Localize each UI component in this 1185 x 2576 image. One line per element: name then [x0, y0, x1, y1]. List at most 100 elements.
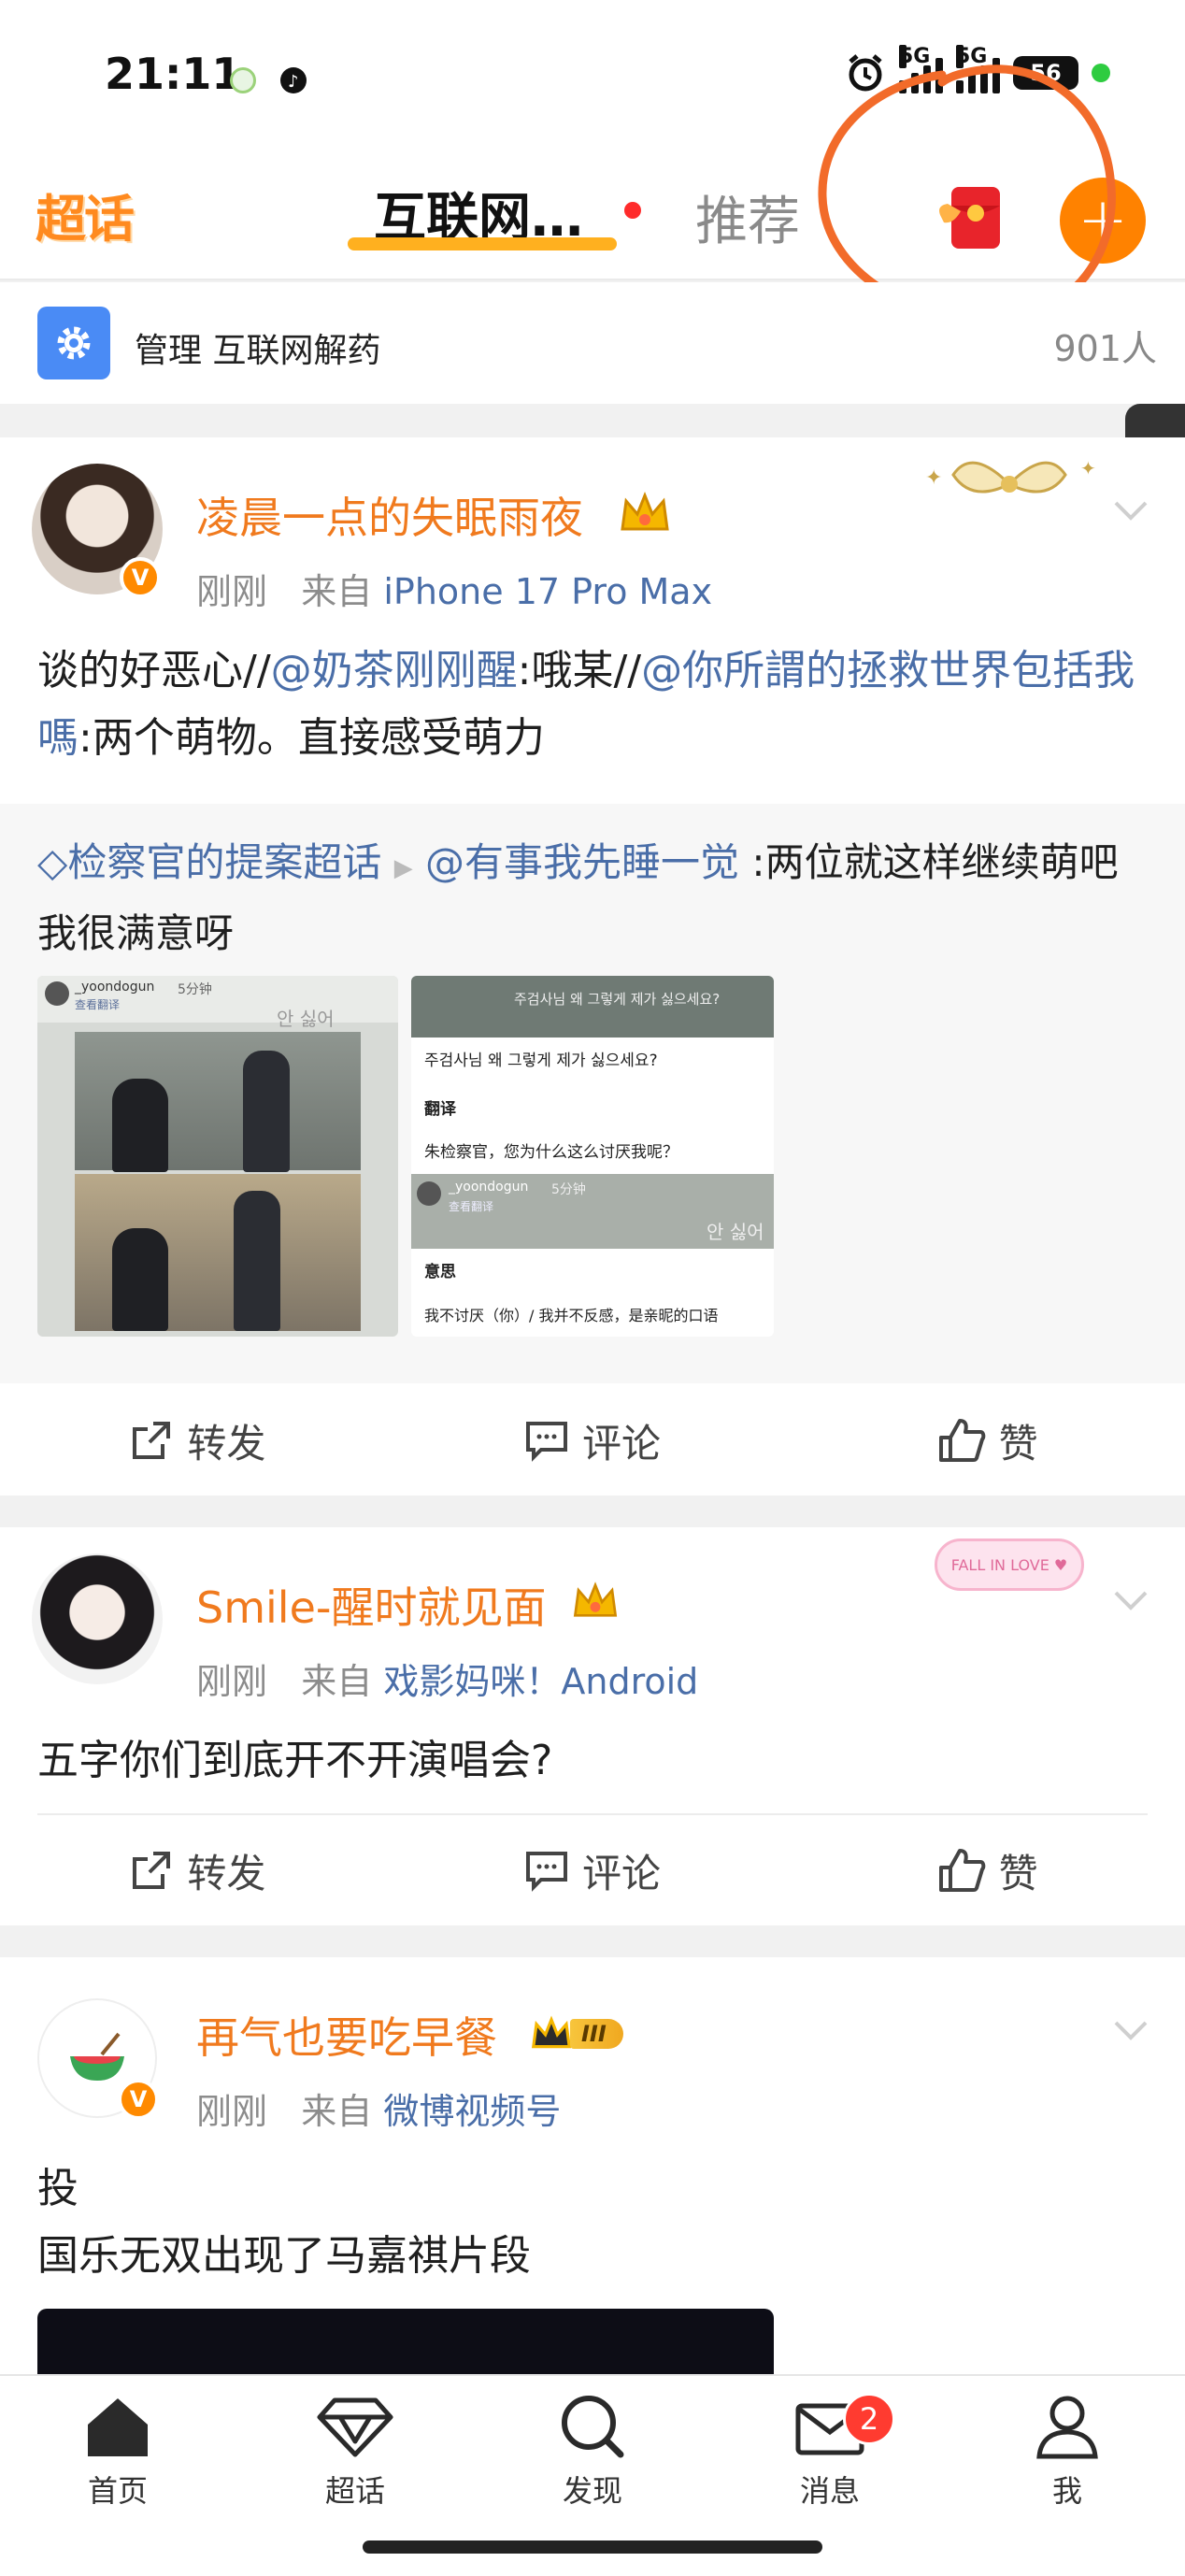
super-topic-logo[interactable]: 超话	[36, 178, 135, 251]
like-label: 赞	[998, 1850, 1038, 1896]
post-from: 来自	[301, 1661, 373, 1702]
thumbs-up-icon	[938, 1419, 985, 1462]
post-source: iPhone 17 Pro Max	[383, 571, 713, 612]
nav-discover-label: 发现	[562, 2473, 622, 2509]
svg-text:♪: ♪	[288, 72, 299, 92]
image-time: 5分钟	[551, 1182, 586, 1197]
search-icon	[562, 2396, 624, 2458]
post-username[interactable]: Smile-醒时就见面	[196, 1574, 546, 1636]
image-translate-label: 翻译	[424, 1100, 456, 1119]
post-card[interactable]: V 再气也要吃早餐 III 刚刚 来自 微博视频号 投 国乐无双出现了马嘉祺片段	[0, 1957, 1185, 2374]
comment-icon	[526, 1852, 567, 1892]
post-time: 刚刚	[196, 1661, 268, 1702]
post-body-line: 国乐无双出现了马嘉祺片段	[37, 2232, 531, 2280]
like-label: 赞	[998, 1420, 1038, 1467]
level-text: III	[570, 2019, 623, 2049]
body-text-segment: 谈的好恶心//	[37, 647, 271, 694]
repost-label: 转发	[187, 1420, 266, 1467]
profile-icon	[1036, 2396, 1098, 2459]
chevron-down-icon[interactable]	[1112, 499, 1149, 523]
mention-link[interactable]: @有事我先睡一觉	[425, 839, 739, 885]
post-username[interactable]: 凌晨一点的失眠雨夜	[196, 484, 583, 546]
nav-super-topic-label: 超话	[324, 2473, 385, 2509]
manage-label: 管理 互联网解药	[135, 332, 381, 370]
post-card[interactable]: V ✦ ✦ 凌晨一点的失眠雨夜 刚刚 来自 iPhone 17 Pro Max …	[0, 437, 1185, 1496]
status-time: 21:11	[105, 49, 242, 99]
body-text-segment: :哦某//	[517, 647, 642, 694]
post-image[interactable]: _yoondogun 5分钟 查看翻译 안 싫어	[37, 976, 398, 1337]
post-actions: 转发 评论 赞	[0, 1815, 1185, 1925]
post-source: 戏影妈咪！Android	[383, 1661, 699, 1702]
verified-badge: V	[120, 557, 161, 598]
video-thumbnail[interactable]	[37, 2309, 774, 2374]
avatar[interactable]	[32, 1553, 163, 1684]
post-username[interactable]: 再气也要吃早餐	[196, 2004, 497, 2066]
body-text-segment: :两个萌物。直接感受萌力	[79, 714, 545, 762]
home-indicator[interactable]	[363, 2540, 822, 2554]
nav-home[interactable]: 首页	[43, 2393, 193, 2511]
level-badge: III	[529, 2013, 623, 2054]
nav-home-label: 首页	[87, 2473, 148, 2509]
sticker-text: FALL IN LOVE	[950, 1555, 1049, 1574]
nav-messages-label: 消息	[799, 2473, 860, 2509]
post-card[interactable]: FALL IN LOVE ♥ Smile-醒时就见面 刚刚 来自 戏影妈咪！An…	[0, 1527, 1185, 1925]
sticker-decoration: FALL IN LOVE ♥	[935, 1538, 1084, 1591]
svg-text:✦: ✦	[925, 466, 942, 490]
gear-icon[interactable]	[37, 307, 110, 379]
comment-button[interactable]: 评论	[395, 1385, 791, 1496]
image-korean-top: 주검사님 왜 그렇게 제가 싫으세요?	[514, 991, 721, 1008]
repost-text: ◇检察官的提案超话 ▶ @有事我先睡一觉 :两位就这样继续萌吧 我很满意呀	[37, 830, 1149, 966]
arrow-icon: ▶	[393, 854, 413, 882]
like-button[interactable]: 赞	[790, 1385, 1185, 1496]
nav-messages[interactable]: 2 消息	[755, 2393, 905, 2511]
post-actions: 转发 评论 赞	[0, 1385, 1185, 1496]
tiktok-notification-icon: ♪	[280, 67, 307, 93]
thumbs-up-icon	[938, 1849, 985, 1892]
super-topic-name: 检察官的提案超话	[67, 839, 382, 885]
image-handle: _yoondogun	[449, 1180, 529, 1195]
nav-super-topic[interactable]: 超话	[280, 2393, 430, 2511]
post-body: 谈的好恶心//@奶茶刚刚醒:哦某//@你所謂的拯救世界包括我嗎:两个萌物。直接感…	[37, 637, 1149, 772]
profile-mini-avatar	[45, 981, 69, 1006]
chevron-down-icon[interactable]	[1112, 1589, 1149, 1613]
comment-label: 评论	[582, 1420, 662, 1467]
profile-mini-avatar	[417, 1181, 441, 1206]
image-meaning: 我不讨厌（你）/ 我并不反感，是亲昵的口语	[424, 1307, 719, 1324]
crown-icon	[573, 1581, 618, 1617]
image-overlay-text: 안 싫어	[707, 1221, 764, 1243]
comment-icon	[526, 1422, 567, 1462]
post-from: 来自	[301, 571, 373, 612]
comment-label: 评论	[582, 1850, 662, 1896]
verified-badge: V	[118, 2079, 159, 2120]
post-meta: 刚刚 来自 iPhone 17 Pro Max	[196, 563, 712, 614]
super-topic-link[interactable]: ◇检察官的提案超话	[37, 839, 381, 885]
post-image[interactable]: 주검사님 왜 그렇게 제가 싫으세요? 주검사님 왜 그렇게 제가 싫으세요? …	[411, 976, 774, 1337]
repost-icon	[133, 1852, 171, 1889]
manage-bar[interactable]: 管理 互联网解药 901人	[0, 282, 1185, 404]
image-translate: 查看翻译	[75, 998, 121, 1011]
image-handle: _yoondogun	[75, 980, 155, 995]
active-tab-indicator	[348, 237, 617, 250]
comment-button[interactable]: 评论	[395, 1815, 791, 1925]
nav-me[interactable]: 我	[992, 2393, 1142, 2511]
crown-icon	[621, 491, 669, 531]
unread-badge: 2	[843, 2393, 895, 2445]
post-from: 来自	[301, 2091, 373, 2132]
repost-label: 转发	[187, 1850, 266, 1896]
nav-discover[interactable]: 发现	[518, 2393, 667, 2511]
repost-button[interactable]: 转发	[0, 1385, 395, 1496]
svg-text:✦: ✦	[1080, 457, 1096, 479]
like-button[interactable]: 赞	[790, 1815, 1185, 1925]
chevron-down-icon[interactable]	[1112, 2019, 1149, 2043]
member-count: 901人	[1053, 328, 1157, 369]
mention-link[interactable]: @奶茶刚刚醒	[271, 647, 518, 694]
repost-button[interactable]: 转发	[0, 1815, 395, 1925]
post-meta: 刚刚 来自 戏影妈咪！Android	[196, 1653, 698, 1704]
tab-recommend[interactable]: 推荐	[695, 179, 800, 255]
post-body: 五字你们到底开不开演唱会?	[37, 1737, 553, 1784]
image-time: 5分钟	[178, 982, 212, 997]
post-source: 微博视频号	[383, 2091, 562, 2132]
reposted-content[interactable]: ◇检察官的提案超话 ▶ @有事我先睡一觉 :两位就这样继续萌吧 我很满意呀 _y…	[0, 804, 1185, 1383]
post-meta: 刚刚 来自 微博视频号	[196, 2082, 561, 2134]
crown-icon	[531, 2015, 572, 2049]
